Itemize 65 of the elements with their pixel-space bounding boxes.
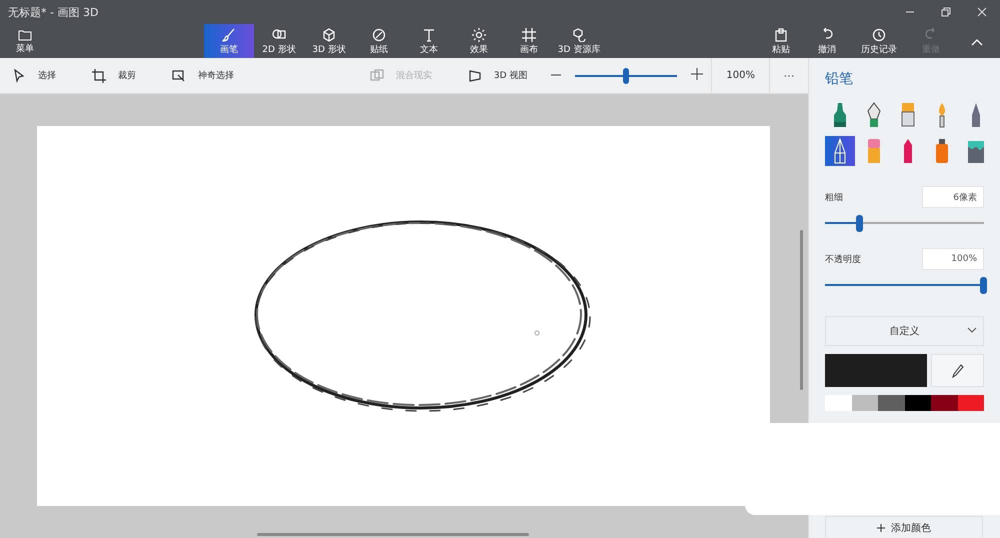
cursor-icon — [12, 68, 26, 82]
add-color-button[interactable]: 添加颜色 — [825, 516, 983, 538]
brush-icon — [222, 28, 236, 42]
eyedropper-icon — [952, 364, 964, 378]
ribbon-action-button[interactable]: 历史记录 — [850, 24, 908, 58]
window-title: 无标题* - 画图 3D — [8, 4, 98, 20]
magic-select-icon — [172, 68, 186, 82]
sticker-icon — [372, 28, 386, 42]
slider-label: 粗细 — [825, 192, 843, 204]
toolbar-button[interactable]: 选择 — [10, 64, 58, 86]
brush-button[interactable] — [825, 136, 855, 166]
sun-icon — [472, 28, 486, 42]
zoom-reading: 100% — [711, 58, 770, 94]
ribbon-tab[interactable]: 3D 形状 — [304, 24, 354, 58]
current-color-swatch[interactable] — [825, 354, 927, 387]
horizontal-scrollbar[interactable] — [257, 533, 529, 536]
slider-thumb[interactable] — [980, 277, 987, 294]
ribbon-tab[interactable]: 2D 形状 — [254, 24, 304, 58]
clipboard-icon — [774, 28, 788, 42]
menu-button[interactable]: 菜单 — [0, 24, 50, 58]
ribbon-action-button[interactable]: 撤消 — [804, 24, 850, 58]
toolbar-button[interactable]: 裁剪 — [90, 64, 138, 86]
value-field[interactable]: 6像素 — [922, 186, 984, 208]
chevron-up-icon — [971, 38, 983, 46]
more-button[interactable]: ··· — [770, 68, 808, 82]
zoom-slider[interactable] — [575, 66, 678, 84]
ribbon-tab[interactable]: 文本 — [404, 24, 454, 58]
palette-color[interactable] — [904, 395, 931, 411]
value-field[interactable]: 100% — [922, 248, 984, 270]
color-mode-dropdown[interactable]: 自定义 — [825, 316, 984, 346]
view-3d-button[interactable]: 3D 视图 — [466, 64, 530, 86]
close-icon — [977, 7, 987, 17]
view-3d-icon — [468, 68, 482, 82]
palette-color[interactable] — [958, 395, 984, 411]
ribbon-tab[interactable]: 3D 资源库 — [554, 24, 604, 58]
text-icon — [422, 28, 436, 42]
palette-color[interactable] — [931, 395, 958, 411]
toolbar-button[interactable]: 神奇选择 — [170, 64, 236, 86]
ribbon-tab[interactable]: 效果 — [454, 24, 504, 58]
slider-thumb[interactable] — [856, 215, 863, 232]
ribbon-tab[interactable]: 画布 — [504, 24, 554, 58]
folder-icon — [18, 29, 32, 41]
ribbon-tab[interactable]: 贴纸 — [354, 24, 404, 58]
panel-title: 铅笔 — [825, 70, 854, 88]
restore-icon — [941, 7, 951, 17]
cube-icon — [322, 28, 336, 42]
palette-color[interactable] — [825, 395, 852, 411]
canvas-icon — [522, 28, 536, 42]
ribbon-tab[interactable]: 画笔 — [204, 24, 254, 58]
vertical-scrollbar[interactable] — [800, 230, 803, 390]
cube-icon — [572, 28, 586, 42]
slider-label: 不透明度 — [825, 254, 861, 266]
crop-icon — [92, 68, 106, 82]
palette-color[interactable] — [878, 395, 904, 411]
caret-icon — [967, 327, 977, 333]
paint-bucket-icon — [966, 138, 986, 164]
slider-thumb[interactable] — [623, 68, 630, 84]
plus-icon — [877, 524, 885, 532]
palette-color[interactable] — [852, 395, 878, 411]
thickness-slider[interactable] — [825, 214, 984, 232]
plus-icon — [691, 68, 704, 80]
ribbon-action-button[interactable]: 粘贴 — [758, 24, 804, 58]
history-icon — [872, 28, 886, 42]
mixed-reality-icon — [370, 68, 384, 82]
opacity-slider[interactable] — [825, 276, 984, 294]
